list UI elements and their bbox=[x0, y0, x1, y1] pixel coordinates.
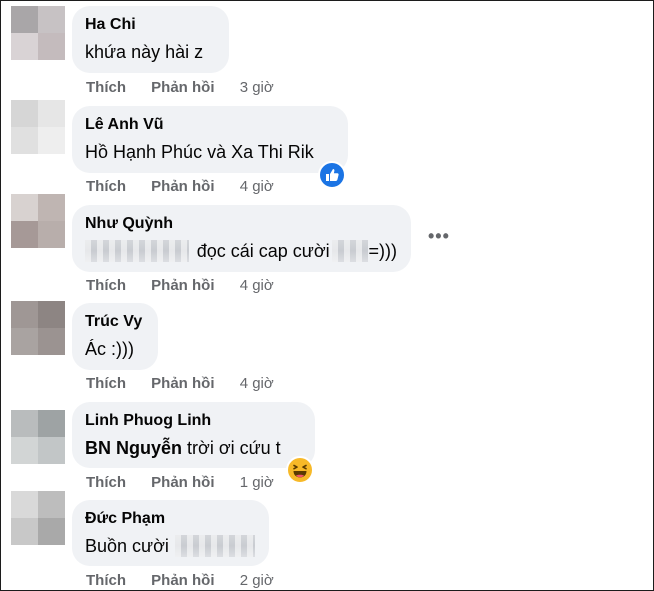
more-options-icon[interactable]: ••• bbox=[428, 226, 450, 247]
comment-author[interactable]: Như Quỳnh bbox=[85, 214, 397, 234]
avatar-tile bbox=[38, 6, 65, 33]
reply-button[interactable]: Phản hồi bbox=[151, 277, 214, 294]
avatar-tile bbox=[11, 100, 38, 127]
avatar-tile bbox=[11, 410, 38, 437]
comment-timestamp[interactable]: 3 giờ bbox=[240, 79, 274, 96]
comment-actions: Thích Phản hồi 1 giờ bbox=[86, 474, 274, 492]
like-button[interactable]: Thích bbox=[86, 178, 126, 195]
comment-text-content: trời ơi cứu t bbox=[187, 438, 281, 458]
reply-button[interactable]: Phản hồi bbox=[151, 79, 214, 96]
comment-author[interactable]: Trúc Vy bbox=[85, 312, 144, 332]
like-button[interactable]: Thích bbox=[86, 375, 126, 392]
comment-actions: Thích Phản hồi 2 giờ bbox=[86, 572, 274, 590]
comment-author[interactable]: Lê Anh Vũ bbox=[85, 115, 334, 135]
avatar[interactable] bbox=[11, 491, 65, 545]
avatar[interactable] bbox=[11, 6, 65, 60]
comment-bubble: Ha Chi khứa này hài z bbox=[72, 6, 229, 73]
reply-button[interactable]: Phản hồi bbox=[151, 572, 214, 589]
avatar-tile bbox=[11, 127, 38, 154]
reply-button[interactable]: Phản hồi bbox=[151, 474, 214, 491]
avatar-tile bbox=[38, 491, 65, 518]
comment-text: Buồn cười bbox=[85, 533, 255, 559]
avatar[interactable] bbox=[11, 194, 65, 248]
comment-author[interactable]: Đức Phạm bbox=[85, 509, 255, 529]
avatar-tile bbox=[11, 301, 38, 328]
avatar-tile bbox=[38, 100, 65, 127]
avatar-tile bbox=[11, 518, 38, 545]
comment-text-content: Buồn cười bbox=[85, 536, 169, 556]
avatar-tile bbox=[38, 33, 65, 60]
comment-actions: Thích Phản hồi 4 giờ bbox=[86, 277, 274, 295]
like-button[interactable]: Thích bbox=[86, 277, 126, 294]
like-button[interactable]: Thích bbox=[86, 474, 126, 491]
avatar-tile bbox=[11, 491, 38, 518]
like-button[interactable]: Thích bbox=[86, 572, 126, 589]
comment-text-content: đọc cái cap cười bbox=[196, 241, 330, 261]
avatar-tile bbox=[38, 127, 65, 154]
avatar-tile bbox=[38, 410, 65, 437]
avatar-tile bbox=[38, 518, 65, 545]
avatar-tile bbox=[11, 33, 38, 60]
comment-bubble: Linh Phuog Linh BN Nguyễn trời ơi cứu t bbox=[72, 402, 315, 468]
comment-bubble: Đức Phạm Buồn cười bbox=[72, 500, 269, 566]
blurred-text bbox=[174, 535, 255, 557]
avatar[interactable] bbox=[11, 301, 65, 355]
comment-timestamp[interactable]: 4 giờ bbox=[240, 178, 274, 195]
avatar-tile bbox=[11, 221, 38, 248]
comment-timestamp[interactable]: 2 giờ bbox=[240, 572, 274, 589]
avatar-tile bbox=[38, 194, 65, 221]
avatar-tile bbox=[11, 194, 38, 221]
blurred-mention bbox=[85, 240, 189, 262]
haha-icon bbox=[293, 464, 307, 478]
comment-timestamp[interactable]: 1 giờ bbox=[240, 474, 274, 491]
comment-timestamp[interactable]: 4 giờ bbox=[240, 375, 274, 392]
avatar-tile bbox=[11, 328, 38, 355]
comment-text-end: =))) bbox=[368, 241, 398, 261]
comment-author[interactable]: Ha Chi bbox=[85, 15, 215, 35]
comment-text-content: Hồ Hạnh Phúc và Xa Thi Rik bbox=[85, 142, 314, 162]
mention-link[interactable]: BN Nguyễn bbox=[85, 435, 182, 461]
avatar-tile bbox=[38, 221, 65, 248]
comment-text-content: khứa này hài z bbox=[85, 42, 204, 62]
avatar-tile bbox=[38, 301, 65, 328]
avatar[interactable] bbox=[11, 100, 65, 154]
comment-text-content: Ác :))) bbox=[85, 339, 134, 359]
avatar-tile bbox=[11, 6, 38, 33]
avatar-tile bbox=[38, 328, 65, 355]
comment-bubble: Trúc Vy Ác :))) bbox=[72, 303, 158, 370]
like-button[interactable]: Thích bbox=[86, 79, 126, 96]
avatar[interactable] bbox=[11, 410, 65, 464]
like-icon bbox=[326, 169, 339, 181]
comment-bubble: Lê Anh Vũ Hồ Hạnh Phúc và Xa Thi Rik bbox=[72, 106, 348, 173]
comment-text: Ác :))) bbox=[85, 336, 144, 362]
like-reaction-badge[interactable] bbox=[318, 161, 346, 189]
avatar-tile bbox=[11, 437, 38, 464]
comment-text: Hồ Hạnh Phúc và Xa Thi Rik bbox=[85, 139, 334, 165]
avatar-tile bbox=[38, 437, 65, 464]
reply-button[interactable]: Phản hồi bbox=[151, 375, 214, 392]
comment-bubble: Như Quỳnh đọc cái cap cười =))) bbox=[72, 205, 411, 272]
comment-author[interactable]: Linh Phuog Linh bbox=[85, 411, 301, 431]
reply-button[interactable]: Phản hồi bbox=[151, 178, 214, 195]
comment-text: khứa này hài z bbox=[85, 39, 215, 65]
blurred-text bbox=[331, 240, 368, 262]
comment-actions: Thích Phản hồi 3 giờ bbox=[86, 79, 274, 97]
comment-timestamp[interactable]: 4 giờ bbox=[240, 277, 274, 294]
haha-reaction-badge[interactable] bbox=[286, 456, 314, 484]
comment-actions: Thích Phản hồi 4 giờ bbox=[86, 178, 274, 196]
comment-text: đọc cái cap cười =))) bbox=[85, 238, 397, 264]
comment-text: BN Nguyễn trời ơi cứu t bbox=[85, 435, 301, 461]
comment-actions: Thích Phản hồi 4 giờ bbox=[86, 375, 274, 393]
